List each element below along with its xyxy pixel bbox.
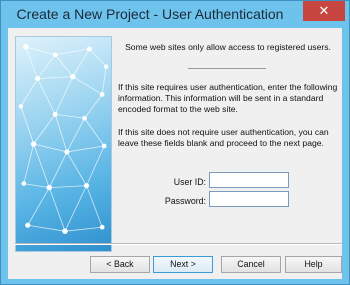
intro-text: Some web sites only allow access to regi…	[125, 42, 331, 52]
close-button[interactable]: ✕	[303, 1, 345, 21]
password-label: Password:	[164, 196, 206, 206]
optional-text: If this site does not require user authe…	[118, 127, 329, 148]
window-title: Create a New Project - User Authenticati…	[16, 6, 284, 22]
cancel-button[interactable]: Cancel	[221, 256, 281, 273]
user-id-input[interactable]	[209, 172, 289, 188]
back-button[interactable]: < Back	[90, 256, 150, 273]
network-illustration	[15, 36, 112, 252]
dialog-window: Create a New Project - User Authenticati…	[0, 0, 350, 285]
dialog-body: Some web sites only allow access to regi…	[8, 28, 342, 279]
next-button[interactable]: Next >	[153, 256, 213, 273]
help-button[interactable]: Help	[285, 256, 342, 273]
title-bar[interactable]: Create a New Project - User Authenticati…	[1, 1, 349, 28]
password-input[interactable]	[209, 191, 289, 207]
network-graphic	[18, 44, 109, 234]
instructions-text: If this site requires user authenticatio…	[118, 82, 338, 114]
user-id-label: User ID:	[173, 177, 206, 187]
close-icon: ✕	[318, 3, 330, 18]
button-separator	[15, 243, 342, 245]
divider	[188, 68, 266, 69]
